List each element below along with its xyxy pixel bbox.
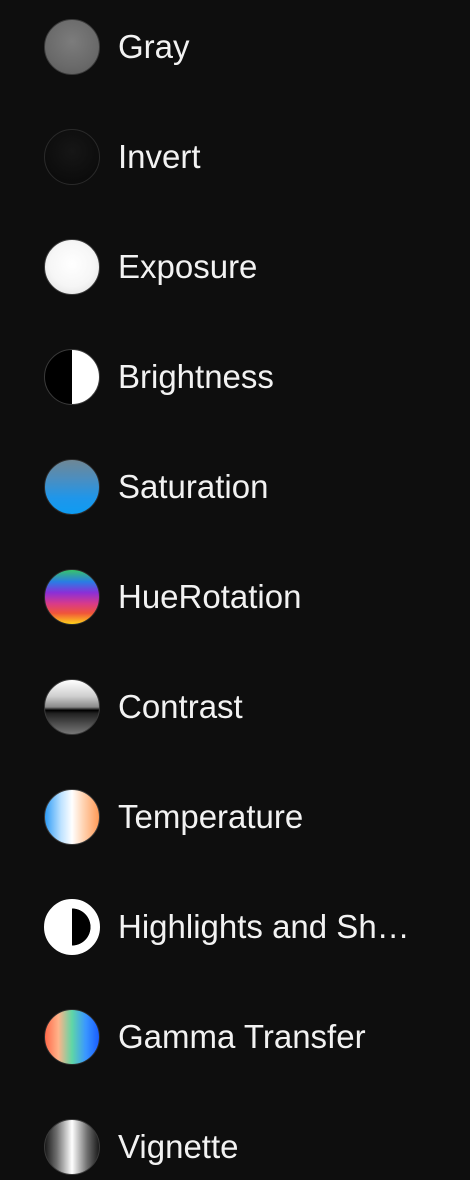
vignette-swatch-icon — [44, 1119, 100, 1175]
brightness-swatch-icon — [44, 349, 100, 405]
hue-rotation-swatch-icon — [44, 569, 100, 625]
effect-item-saturation[interactable]: Saturation — [0, 432, 470, 542]
effect-label: Exposure — [118, 248, 258, 285]
saturation-swatch-icon — [44, 459, 100, 515]
effect-item-temperature[interactable]: Temperature — [0, 762, 470, 872]
effect-label: Gray — [118, 28, 190, 65]
effect-label: Saturation — [118, 468, 269, 505]
gray-swatch-icon — [44, 19, 100, 75]
effect-item-contrast[interactable]: Contrast — [0, 652, 470, 762]
effect-item-exposure[interactable]: Exposure — [0, 212, 470, 322]
effect-label: Brightness — [118, 358, 274, 395]
effect-label: Gamma Transfer — [118, 1018, 366, 1055]
effect-item-gamma-transfer[interactable]: Gamma Transfer — [0, 982, 470, 1092]
gamma-transfer-swatch-icon — [44, 1009, 100, 1065]
effect-item-brightness[interactable]: Brightness — [0, 322, 470, 432]
effects-list: Gray Invert Exposure Brightness Saturati… — [0, 0, 470, 1180]
effect-item-gray[interactable]: Gray — [0, 0, 470, 102]
contrast-swatch-icon — [44, 679, 100, 735]
temperature-swatch-icon — [44, 789, 100, 845]
effect-label: Highlights and Sh… — [118, 908, 410, 945]
effect-label: Vignette — [118, 1128, 239, 1165]
exposure-swatch-icon — [44, 239, 100, 295]
effect-label: Invert — [118, 138, 201, 175]
highlights-shadows-swatch-icon — [44, 899, 100, 955]
effect-label: Contrast — [118, 688, 243, 725]
effect-item-invert[interactable]: Invert — [0, 102, 470, 212]
effect-label: HueRotation — [118, 578, 302, 615]
effect-item-vignette[interactable]: Vignette — [0, 1092, 470, 1180]
effect-item-highlights-shadows[interactable]: Highlights and Sh… — [0, 872, 470, 982]
effect-item-hue-rotation[interactable]: HueRotation — [0, 542, 470, 652]
effect-label: Temperature — [118, 798, 304, 835]
invert-swatch-icon — [44, 129, 100, 185]
